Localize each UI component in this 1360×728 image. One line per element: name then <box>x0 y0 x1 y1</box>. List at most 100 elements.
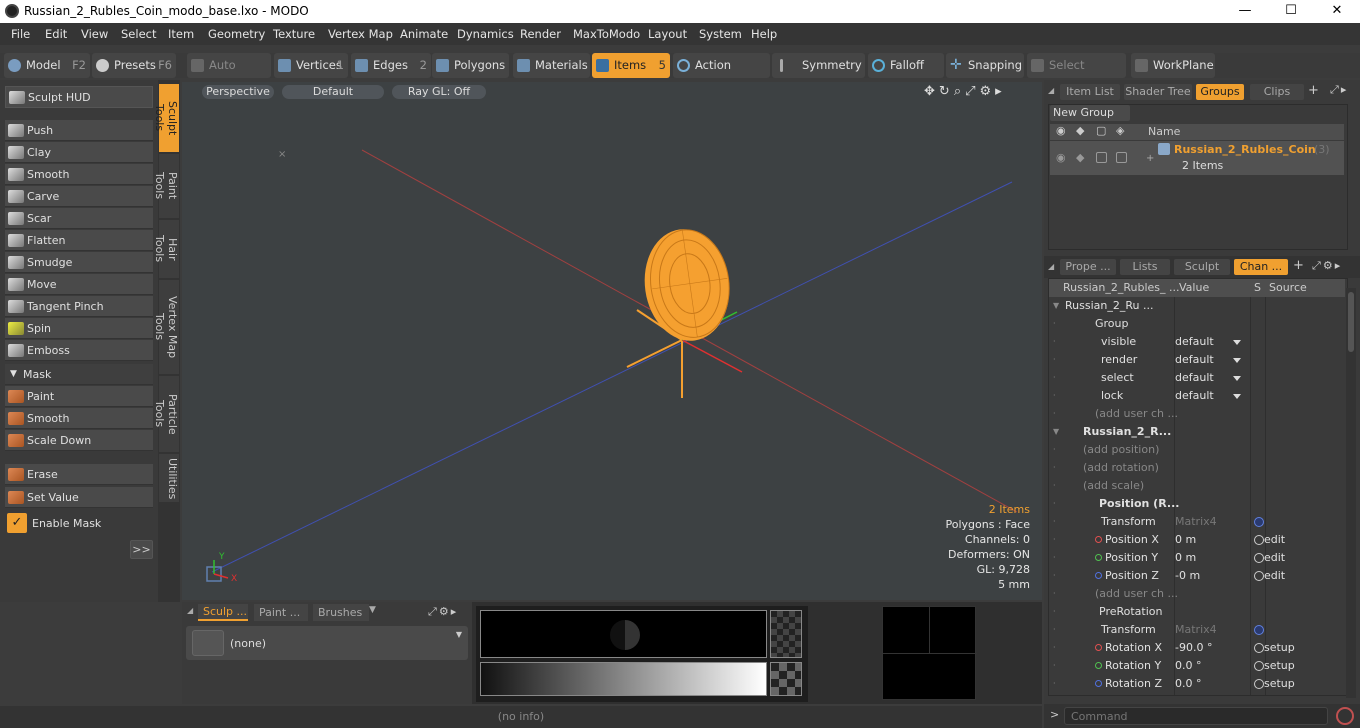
mask-header[interactable]: ▼ Mask <box>5 364 153 385</box>
tree-toggle-icon[interactable]: ▼ <box>1053 423 1059 441</box>
menu-edit[interactable]: Edit <box>45 27 67 41</box>
tree-toggle-icon[interactable]: · <box>1053 351 1056 369</box>
3d-viewport[interactable]: × Perspective Default Ray GL: Off ✥↻⌕⤢⚙▸… <box>182 82 1042 600</box>
panel-menu-icon[interactable]: ◢ <box>187 606 193 615</box>
tool-smooth[interactable]: Smooth <box>5 164 153 185</box>
tree-toggle-icon[interactable]: · <box>1053 549 1056 567</box>
tree-toggle-icon[interactable]: · <box>1053 315 1056 333</box>
visibility-toggle-icon[interactable]: ◉ <box>1056 151 1066 164</box>
presets-button[interactable]: Presets F6 <box>92 53 176 78</box>
menu-help[interactable]: Help <box>751 27 777 41</box>
mask-erase[interactable]: Erase <box>5 464 153 485</box>
menu-texture[interactable]: Texture <box>273 27 315 41</box>
menu-maxtomodo[interactable]: MaxToModo <box>573 27 640 41</box>
tab-groups[interactable]: Groups <box>1196 84 1244 100</box>
channel-value[interactable]: default <box>1175 369 1214 387</box>
menu-view[interactable]: View <box>81 27 108 41</box>
enable-mask-checkbox[interactable]: ✓ <box>7 513 27 533</box>
gear-icon[interactable] <box>1254 517 1264 527</box>
gear-icon[interactable]: ⚙ <box>1323 259 1335 272</box>
view-type-button[interactable]: Perspective <box>202 85 274 99</box>
tree-toggle-icon[interactable]: · <box>1053 333 1056 351</box>
tree-toggle-icon[interactable]: · <box>1053 441 1056 459</box>
value-gradient[interactable] <box>480 662 767 696</box>
tree-toggle-icon[interactable]: · <box>1053 567 1056 585</box>
gear-icon[interactable]: ⚙ <box>980 84 996 99</box>
channel-row[interactable]: Russian_2_R... ▼ <box>1049 423 1341 441</box>
tab-brushes[interactable]: Brushes <box>313 604 369 621</box>
channel-row[interactable]: Position (R... · <box>1049 495 1341 513</box>
mask-paint[interactable]: Paint <box>5 386 153 407</box>
snapping-button[interactable]: ✛ Snapping <box>946 53 1024 78</box>
raygl-button[interactable]: Ray GL: Off <box>392 85 486 99</box>
brush-preset-selector[interactable]: (none) ▼ <box>186 626 468 660</box>
menu-animate[interactable]: Animate <box>400 27 448 41</box>
tree-toggle-icon[interactable]: · <box>1053 657 1056 675</box>
action-center-button[interactable]: Action Center <box>673 53 770 97</box>
tab-item-list[interactable]: Item List <box>1060 84 1120 100</box>
channel-row[interactable]: Rotation Z 0.0 ° setup · <box>1049 675 1341 693</box>
tree-toggle-icon[interactable]: · <box>1053 405 1056 423</box>
tab-sculpt[interactable]: Sculpt <box>1174 259 1230 275</box>
channel-row[interactable]: render default · <box>1049 351 1341 369</box>
symmetry-button[interactable]: Symmetry <box>772 53 865 78</box>
add-tab-icon[interactable]: + <box>1293 258 1304 273</box>
color-swatch[interactable] <box>480 610 767 658</box>
state-circle-icon[interactable] <box>1254 553 1264 563</box>
menu-geometry[interactable]: Geometry <box>208 27 265 41</box>
channel-row[interactable]: Position Y 0 m edit · <box>1049 549 1341 567</box>
state-circle-icon[interactable] <box>1254 535 1264 545</box>
tree-toggle-icon[interactable]: · <box>1053 585 1056 603</box>
tool-flatten[interactable]: Flatten <box>5 230 153 251</box>
channel-row[interactable]: lock default · <box>1049 387 1341 405</box>
channel-value[interactable]: 0.0 ° <box>1175 657 1202 675</box>
channel-value[interactable]: default <box>1175 333 1214 351</box>
select-toggle-icon[interactable] <box>1116 152 1127 163</box>
menu-vertex-map[interactable]: Vertex Map <box>328 27 393 41</box>
items-button[interactable]: Items 5 <box>592 53 670 78</box>
channel-value[interactable]: 0 m <box>1175 531 1196 549</box>
edges-button[interactable]: Edges 2 <box>351 53 431 78</box>
tool-tangent-pinch[interactable]: Tangent Pinch <box>5 296 153 317</box>
rotate-icon[interactable]: ↻ <box>939 84 954 99</box>
channel-row[interactable]: Transform Matrix4 · <box>1049 513 1341 531</box>
panel-gear-icon[interactable]: ⚙ <box>439 605 451 618</box>
channel-value[interactable]: 0.0 ° <box>1175 675 1202 693</box>
value-dropdown-icon[interactable] <box>1233 394 1241 399</box>
tab-particle-tools[interactable]: Particle Tools <box>153 376 179 452</box>
select-through-button[interactable]: Select Through <box>1027 53 1126 97</box>
menu-dynamics[interactable]: Dynamics <box>457 27 514 41</box>
auto-select-button[interactable]: Auto Select <box>187 53 271 97</box>
arrow-right-icon[interactable]: ▸ <box>995 84 1006 99</box>
tree-toggle-icon[interactable]: · <box>1053 369 1056 387</box>
tree-toggle-icon[interactable]: · <box>1053 387 1056 405</box>
menu-render[interactable]: Render <box>520 27 561 41</box>
channel-value[interactable]: Matrix4 <box>1175 621 1217 639</box>
channel-value[interactable]: Matrix4 <box>1175 513 1217 531</box>
channel-row[interactable]: Rotation X -90.0 ° setup · <box>1049 639 1341 657</box>
viewport-nav-icons[interactable]: ✥↻⌕⤢⚙▸ <box>924 84 1006 99</box>
tool-carve[interactable]: Carve <box>5 186 153 207</box>
close-button[interactable]: ✕ <box>1314 0 1360 23</box>
value-dropdown-icon[interactable] <box>1233 340 1241 345</box>
channel-row[interactable]: (add user ch ... · <box>1049 585 1341 603</box>
menu-select[interactable]: Select <box>121 27 156 41</box>
channel-value[interactable]: default <box>1175 351 1214 369</box>
panel-controls[interactable]: ⤢⚙▸ <box>428 605 458 619</box>
tab-paint[interactable]: Paint ... <box>254 604 308 621</box>
tab-utilities[interactable]: Utilities <box>159 454 179 502</box>
alpha-swatch[interactable] <box>770 610 802 658</box>
new-group-button[interactable]: New Group <box>1050 105 1130 121</box>
panel-arrow-icon[interactable]: ▸ <box>1335 259 1343 272</box>
state-circle-icon[interactable] <box>1254 679 1264 689</box>
state-circle-icon[interactable] <box>1254 643 1264 653</box>
mask-set-value[interactable]: Set Value <box>5 487 153 508</box>
tab-sculpt-tools[interactable]: Sculpt Tools <box>153 84 179 152</box>
render-toggle-icon[interactable]: ◆ <box>1076 151 1084 164</box>
tree-toggle-icon[interactable]: · <box>1053 639 1056 657</box>
tab-shader-tree[interactable]: Shader Tree <box>1124 84 1192 100</box>
mid-panel-controls[interactable]: ⤢⚙▸ <box>1312 259 1342 273</box>
channel-value[interactable]: -90.0 ° <box>1175 639 1212 657</box>
tree-toggle-icon[interactable]: · <box>1053 621 1056 639</box>
tree-toggle-icon[interactable]: · <box>1053 477 1056 495</box>
